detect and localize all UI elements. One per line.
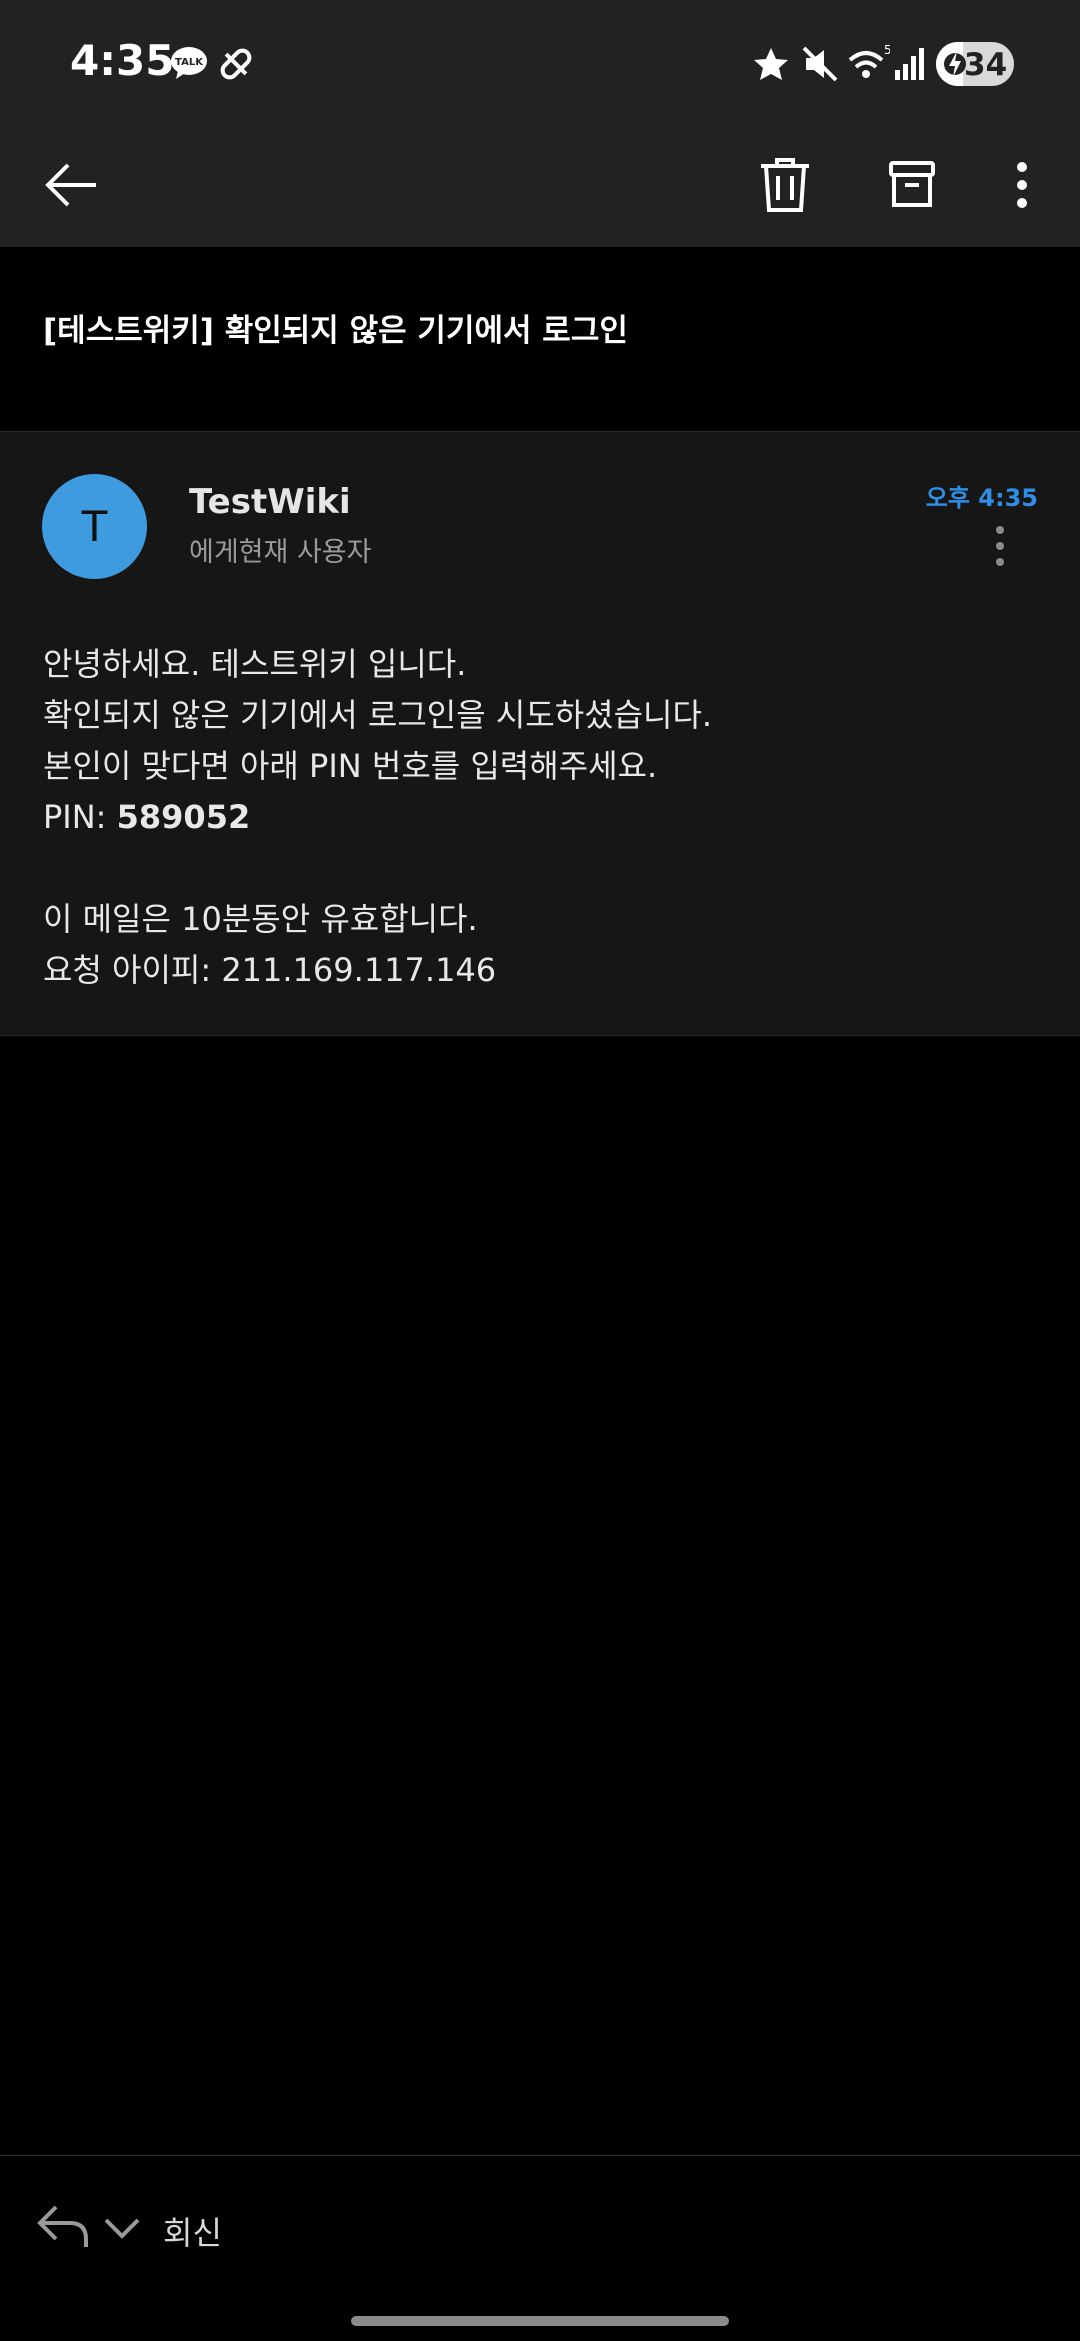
more-options-button[interactable] xyxy=(982,145,1062,225)
status-bar: 4:35 TALK 5 34 xyxy=(0,0,1080,125)
body-line: 확인되지 않은 기기에서 로그인을 시도하셨습니다. xyxy=(43,696,713,734)
message-card: T TestWiki 에게현재 사용자 오후 4:35 안녕하세요. 테스트위키… xyxy=(0,431,1080,1036)
battery-percent: 34 xyxy=(964,47,1008,83)
email-subject: [테스트위키] 확인되지 않은 기기에서 로그인 xyxy=(43,313,628,349)
more-vertical-icon xyxy=(1017,162,1027,208)
svg-text:TALK: TALK xyxy=(175,57,204,68)
wifi-icon: 5 xyxy=(848,43,890,78)
back-arrow-icon xyxy=(45,163,96,207)
sender-name[interactable]: TestWiki xyxy=(189,482,351,522)
back-button[interactable] xyxy=(32,145,112,225)
svg-text:5: 5 xyxy=(884,43,890,57)
signal-icon xyxy=(895,48,924,80)
body-line: 안녕하세요. 테스트위키 입니다. xyxy=(43,645,467,683)
mute-icon xyxy=(802,46,838,82)
trash-icon xyxy=(761,158,809,212)
email-body: 안녕하세요. 테스트위키 입니다. 확인되지 않은 기기에서 로그인을 시도하셨… xyxy=(43,639,1043,996)
archive-icon xyxy=(889,161,935,207)
email-toolbar xyxy=(0,125,1080,247)
battery-indicator: 34 xyxy=(936,42,1014,86)
pill-icon xyxy=(220,48,252,80)
talk-icon: TALK xyxy=(171,47,207,79)
message-time: 오후 4:35 xyxy=(925,484,1038,512)
pin-line: PIN: 589052 xyxy=(43,792,1043,843)
delete-button[interactable] xyxy=(745,145,825,225)
reply-icon[interactable] xyxy=(36,2201,92,2251)
star-icon xyxy=(754,48,788,80)
pin-value: 589052 xyxy=(116,798,251,836)
charging-bolt-icon xyxy=(944,51,966,77)
subject-area: [테스트위키] 확인되지 않은 기기에서 로그인 xyxy=(0,247,1080,431)
home-indicator[interactable] xyxy=(351,2316,729,2326)
reply-bar: 회신 xyxy=(0,2155,1080,2341)
body-line: 본인이 맞다면 아래 PIN 번호를 입력해주세요. xyxy=(43,747,658,785)
archive-button[interactable] xyxy=(872,145,952,225)
reply-button[interactable]: 회신 xyxy=(163,2208,222,2254)
pin-label: PIN: xyxy=(43,798,117,836)
body-line: 이 메일은 10분동안 유효합니다. xyxy=(43,900,478,938)
chevron-down-icon[interactable] xyxy=(102,2214,142,2244)
message-more-icon[interactable] xyxy=(982,520,1018,580)
status-time: 4:35 xyxy=(70,36,175,85)
avatar[interactable]: T xyxy=(42,474,147,579)
recipient-line[interactable]: 에게현재 사용자 xyxy=(189,530,371,569)
body-line: 요청 아이피: 211.169.117.146 xyxy=(43,951,497,989)
